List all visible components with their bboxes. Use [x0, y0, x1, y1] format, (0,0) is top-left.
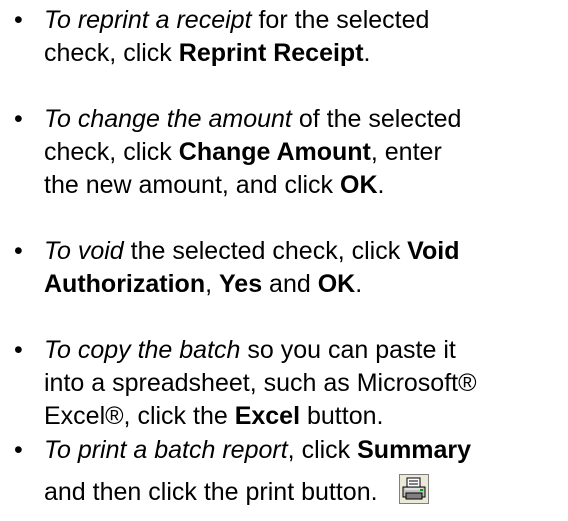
instruction-line: check, click Reprint Receipt.: [44, 37, 564, 70]
text-run: ,: [205, 270, 219, 298]
text-run: check, click: [44, 138, 179, 166]
instruction-text: To change the amount of the selected chec…: [44, 103, 564, 202]
task-phrase: To change the amount: [44, 105, 292, 133]
bullet: •: [14, 237, 23, 265]
text-run: button.: [300, 402, 384, 430]
text-run: so you can paste it: [240, 336, 456, 364]
task-phrase: To reprint a receipt: [44, 6, 252, 34]
instruction-line: check, click Change Amount, enter: [44, 136, 564, 169]
instruction-line: To change the amount of the selected: [44, 103, 564, 136]
text-run: for the selected: [251, 6, 430, 34]
printer-icon[interactable]: [398, 471, 429, 504]
ui-term: Reprint Receipt: [178, 39, 364, 67]
ui-term: Summary: [357, 436, 472, 464]
instruction-line: into a spreadsheet, such as Microsoft®: [44, 367, 564, 400]
printer-icon-graphic: [398, 474, 429, 504]
text-run: into a spreadsheet, such as Microsoft®: [44, 369, 477, 397]
bullet: •: [14, 6, 23, 34]
text-run: the new amount, and click: [44, 171, 340, 199]
instruction-line: To print a batch report, click Summary: [44, 434, 564, 467]
text-run: of the selected: [291, 105, 462, 133]
text-run: Excel®, click the: [44, 402, 235, 430]
text-run: , enter: [370, 138, 442, 166]
instruction-line: Authorization, Yes and OK.: [44, 268, 564, 301]
ui-term: Change Amount: [178, 138, 371, 166]
ui-term: OK: [340, 171, 378, 199]
instruction-text: To reprint a receipt for the selected che…: [44, 4, 564, 70]
ui-term: Authorization: [44, 270, 206, 298]
task-phrase: To print a batch report: [44, 436, 288, 464]
text-run: the selected check, click: [123, 237, 408, 265]
instruction-text: To copy the batch so you can paste it int…: [44, 334, 564, 433]
bullet: •: [14, 436, 23, 464]
instruction-line: the new amount, and click OK.: [44, 169, 564, 202]
text-run: and then click the print button.: [44, 478, 378, 506]
bullet: •: [14, 105, 23, 133]
task-phrase: To copy the batch: [44, 336, 241, 364]
task-phrase: To void: [44, 237, 124, 265]
ui-term: Excel: [234, 402, 301, 430]
text-run: check, click: [44, 39, 179, 67]
instruction-text: To void the selected check, click Void Au…: [44, 235, 564, 301]
instruction-text: To print a batch report, click Summary an…: [44, 434, 564, 515]
ui-term: OK: [317, 270, 356, 298]
text-run: , click: [287, 436, 358, 464]
text-run: and: [262, 270, 318, 298]
bullet: •: [14, 336, 23, 364]
ui-term: Yes: [219, 270, 263, 298]
instruction-line: To copy the batch so you can paste it: [44, 334, 564, 367]
instruction-line: Excel®, click the Excel button.: [44, 400, 564, 433]
instruction-line: and then click the print button.: [44, 467, 564, 515]
instruction-line: To void the selected check, click Void: [44, 235, 564, 268]
text-run: .: [377, 171, 385, 199]
ui-term: Void: [407, 237, 460, 265]
instruction-line: To reprint a receipt for the selected: [44, 4, 564, 37]
text-run: .: [355, 270, 363, 298]
text-run: .: [363, 39, 371, 67]
